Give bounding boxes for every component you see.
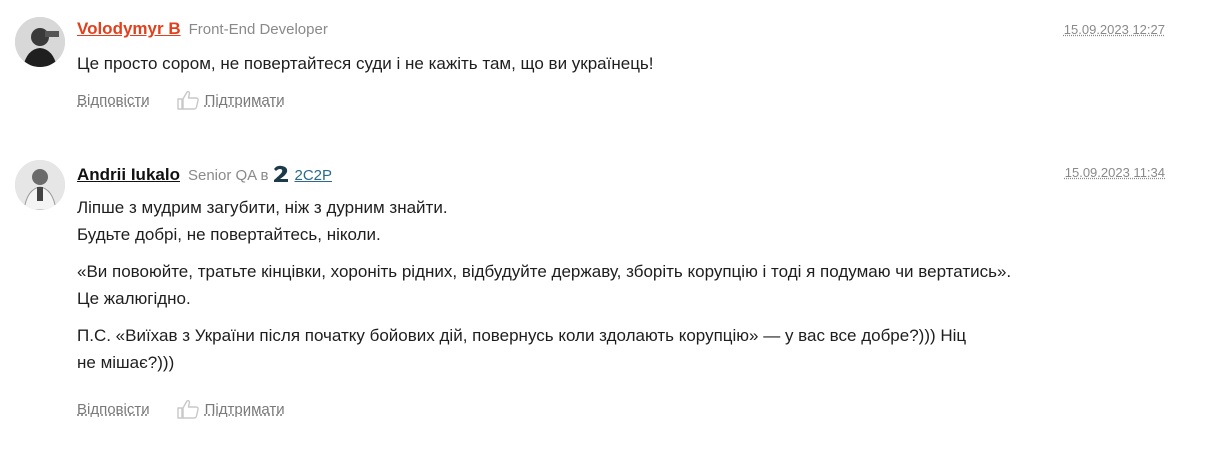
company-logo-icon[interactable] <box>273 165 291 183</box>
comment-text: Це просто сором, не повертайтеся суди і … <box>77 50 1117 77</box>
comment-line: «Ви повоюйте, тратьте кінцівки, хороніть… <box>77 262 1012 281</box>
comment-actions: Відповісти Підтримати <box>77 399 285 419</box>
comment-line: Ліпше з мудрим загубити, ніж з дурним зн… <box>77 198 448 217</box>
comment-text: Ліпше з мудрим загубити, ніж з дурним зн… <box>77 194 1117 376</box>
author-position: Front-End Developer <box>188 21 328 38</box>
comment-line: П.С. «Виїхав з України після початку бой… <box>77 326 967 345</box>
support-label: Підтримати <box>204 91 285 109</box>
author-link[interactable]: Volodymyr B <box>77 19 181 39</box>
author-position: Senior QA в <box>187 167 269 184</box>
support-label: Підтримати <box>204 400 285 418</box>
comment-header: Andrii Iukalo Senior QA в 2C2P <box>77 162 332 185</box>
author-link[interactable]: Andrii Iukalo <box>77 165 180 185</box>
comment-line: не мішає?))) <box>77 353 175 372</box>
avatar[interactable] <box>15 160 65 210</box>
comment-date[interactable]: 15.09.2023 11:34 <box>1065 165 1165 180</box>
comment-header: Volodymyr B Front-End Developer <box>77 19 328 39</box>
avatar[interactable] <box>15 17 65 67</box>
support-button[interactable]: Підтримати <box>176 399 285 419</box>
comment-actions: Відповісти Підтримати <box>77 90 285 110</box>
comment-date[interactable]: 15.09.2023 12:27 <box>1064 22 1165 37</box>
reply-button[interactable]: Відповісти <box>77 401 150 418</box>
comment-line: Це жалюгідно. <box>77 289 191 308</box>
comment-line: Будьте добрі, не повертайтесь, ніколи. <box>77 225 381 244</box>
company-link[interactable]: 2C2P <box>294 167 332 184</box>
comment-line: Це просто сором, не повертайтеся суди і … <box>77 54 654 73</box>
thumbs-up-icon <box>176 399 199 419</box>
support-button[interactable]: Підтримати <box>176 90 285 110</box>
reply-button[interactable]: Відповісти <box>77 92 150 109</box>
thumbs-up-icon <box>176 90 199 110</box>
